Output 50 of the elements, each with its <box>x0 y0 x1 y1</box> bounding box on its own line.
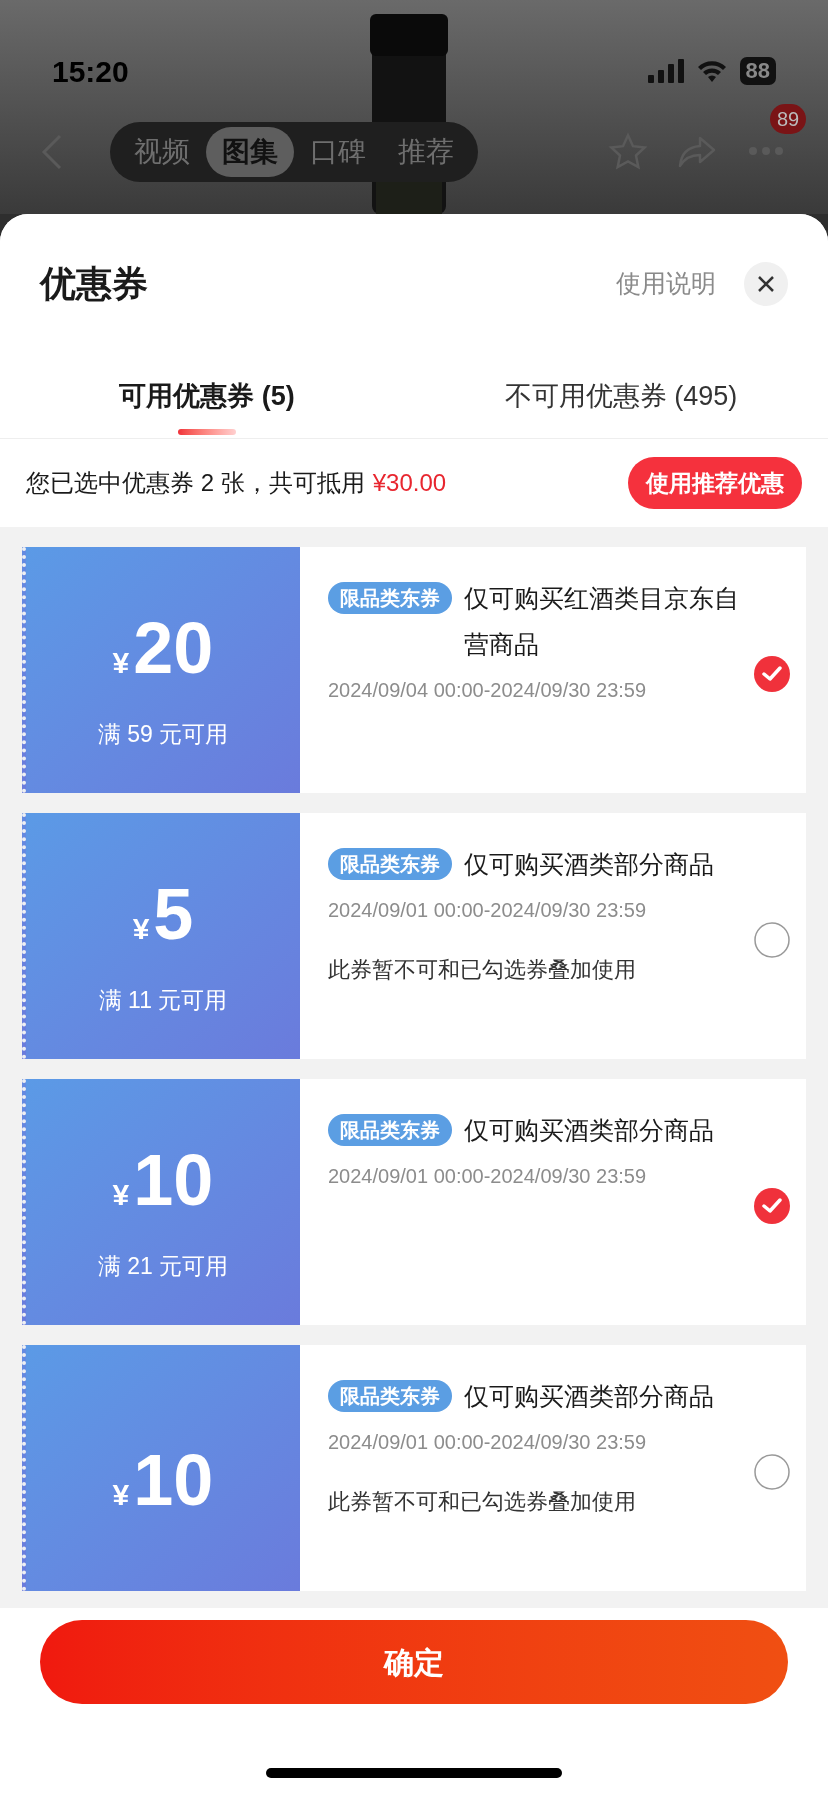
coupon-description: 仅可购买酒类部分商品 <box>464 1381 715 1412</box>
close-button[interactable] <box>744 262 788 306</box>
coupon-validity: 2024/09/04 00:00-2024/09/30 23:59 <box>328 678 648 703</box>
coupon-validity: 2024/09/01 00:00-2024/09/30 23:59 <box>328 898 648 923</box>
discount-total: ¥30.00 <box>372 469 447 496</box>
coupon-tab[interactable]: 不可用优惠券 (495) <box>414 368 828 438</box>
coupon-condition: 满 11 元可用 <box>98 986 228 1016</box>
currency-symbol: ¥ <box>112 645 130 682</box>
coupon-amount: 10 <box>133 1144 214 1217</box>
coupon-note: 此券暂不可和已勾选券叠加使用 <box>328 956 637 984</box>
coupon-description: 仅可购买酒类部分商品 <box>464 1115 715 1146</box>
nav-tab[interactable]: 视频 <box>118 127 206 177</box>
coupon-validity: 2024/09/01 00:00-2024/09/30 23:59 <box>328 1164 648 1189</box>
coupon-tag: 限品类东券 <box>328 1114 452 1146</box>
confirm-button[interactable]: 确定 <box>40 1620 788 1704</box>
coupon-validity: 2024/09/01 00:00-2024/09/30 23:59 <box>328 1430 648 1455</box>
coupon-amount: 5 <box>153 878 194 951</box>
coupon-amount: 20 <box>133 612 214 685</box>
coupon-tag: 限品类东券 <box>328 1380 452 1412</box>
usage-instructions-link[interactable]: 使用说明 <box>616 265 716 303</box>
coupon-condition: 满 21 元可用 <box>97 1252 229 1282</box>
selection-summary: 您已选中优惠券 2 张，共可抵用 <box>26 469 365 496</box>
coupon-description: 仅可购买酒类部分商品 <box>464 849 715 880</box>
checked-icon[interactable] <box>754 656 790 692</box>
close-icon <box>757 275 775 293</box>
currency-symbol: ¥ <box>112 1476 130 1513</box>
nav-tab[interactable]: 口碑 <box>294 127 382 177</box>
signal-icon <box>647 59 684 83</box>
coupon-amount: 10 <box>133 1443 214 1516</box>
battery-level: 88 <box>739 57 776 85</box>
coupon-card[interactable]: ¥5 满 11 元可用 限品类东券 仅可购买酒类部分商品 2024/09/01 00:00-2024/09/30 23:59 此券暂不可和已勾选券叠加使用 <box>22 813 806 1059</box>
coupon-tab[interactable]: 可用优惠券 (5) <box>0 368 414 438</box>
unchecked-icon[interactable] <box>754 922 790 958</box>
nav-tab[interactable]: 图集 <box>206 127 294 177</box>
coupon-tag: 限品类东券 <box>328 848 452 880</box>
coupon-card[interactable]: ¥10 限品类东券 仅可购买酒类部分商品 2024/09/01 00:00-2024/09/30 23:59 此券暂不可和已勾选券叠加使用 <box>22 1345 806 1591</box>
unchecked-icon[interactable] <box>754 1454 790 1490</box>
coupon-tag: 限品类东券 <box>328 582 452 614</box>
coupon-card[interactable]: ¥10 满 21 元可用 限品类东券 仅可购买酒类部分商品 2024/09/01 00:00-2024/09/30 23:59 <box>22 1079 806 1325</box>
coupon-description: 仅可购买红酒类目京东自营商品 <box>464 583 740 660</box>
sheet-title: 优惠券 <box>40 262 148 306</box>
coupon-card[interactable]: ¥20 满 59 元可用 限品类东券 仅可购买红酒类目京东自营商品 2024/09/04 00:00-2024/09/30 23:59 <box>22 547 806 793</box>
currency-symbol: ¥ <box>112 1177 130 1214</box>
currency-symbol: ¥ <box>132 911 150 948</box>
nav-tab[interactable]: 推荐 <box>382 127 470 177</box>
coupon-condition: 满 59 元可用 <box>97 720 229 750</box>
use-recommended-button[interactable]: 使用推荐优惠 <box>628 457 802 509</box>
checked-icon[interactable] <box>754 1188 790 1224</box>
status-time: 15:20 <box>52 53 129 90</box>
coupon-note: 此券暂不可和已勾选券叠加使用 <box>328 1488 637 1516</box>
